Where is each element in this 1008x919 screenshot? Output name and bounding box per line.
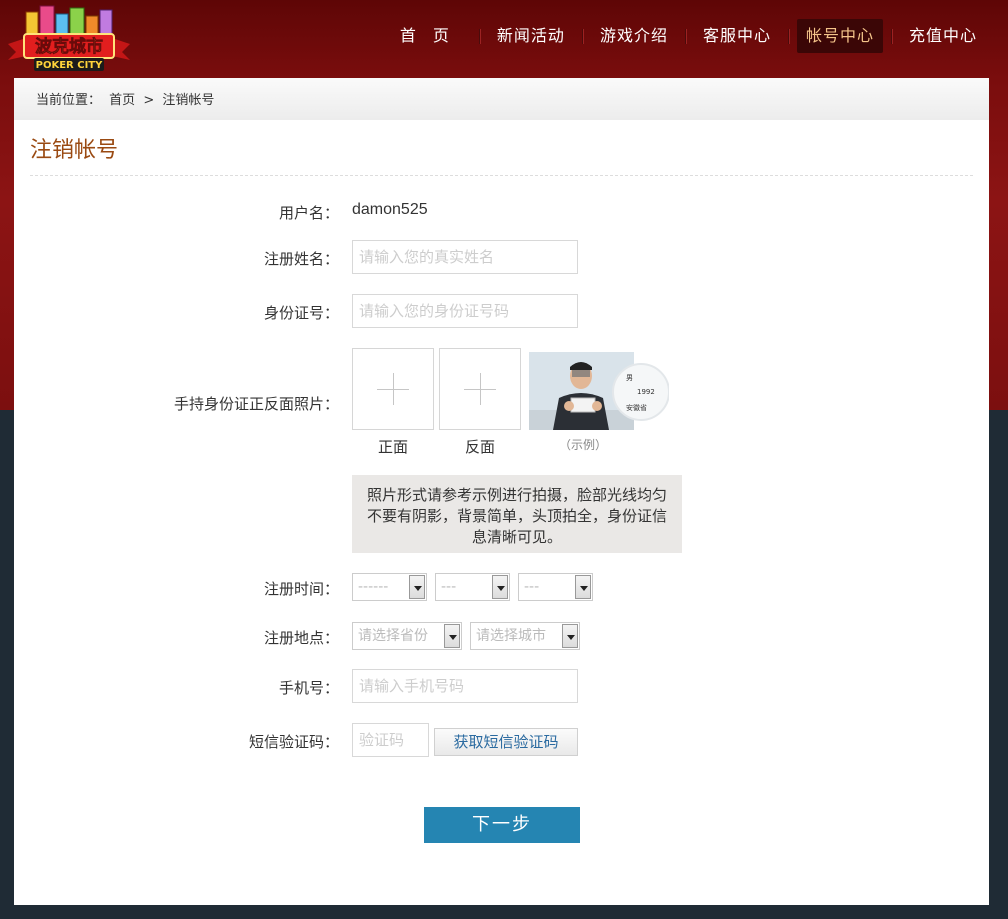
username-value: damon525 bbox=[352, 201, 428, 218]
city-value: 请选择城市 bbox=[476, 628, 546, 644]
province-value: 请选择省份 bbox=[358, 628, 428, 644]
chevron-down-icon bbox=[444, 624, 460, 648]
page-title: 注销帐号 bbox=[30, 134, 973, 176]
breadcrumb-current: 注销帐号 bbox=[162, 93, 215, 108]
row-phone: 手机号： bbox=[14, 669, 989, 703]
row-sms: 短信验证码： 获取短信验证码 bbox=[14, 723, 989, 757]
reg-day-select[interactable]: --- bbox=[518, 573, 593, 601]
back-caption: 反面 bbox=[464, 438, 495, 456]
row-reg-place: 注册地点： 请选择省份 请选择城市 bbox=[14, 622, 989, 650]
nav-games[interactable]: 游戏介绍 bbox=[581, 19, 677, 53]
reg-year-value: ------ bbox=[358, 579, 389, 595]
nav-account[interactable]: 帐号中心 bbox=[787, 19, 883, 53]
example-card-place: 安徽省 bbox=[626, 403, 647, 412]
nav-recharge[interactable]: 充值中心 bbox=[890, 19, 986, 53]
phone-label: 手机号： bbox=[278, 679, 339, 697]
site-header: 波克城市 POKER CITY 首 页 新闻活动 游戏介绍 客服中心 帐号中心 … bbox=[0, 0, 1008, 78]
logo-subtext: POKER CITY bbox=[36, 60, 103, 71]
breadcrumb-home[interactable]: 首页 bbox=[109, 93, 135, 108]
upload-back-photo[interactable] bbox=[439, 348, 521, 430]
example-photo: 男 1992 安徽省 bbox=[529, 352, 669, 430]
get-sms-code-button[interactable]: 获取短信验证码 bbox=[434, 728, 578, 756]
main-panel: 当前位置： 首页 > 注销帐号 注销帐号 用户名： damon525 注册姓名：… bbox=[14, 78, 989, 905]
reg-day-value: --- bbox=[524, 579, 540, 595]
sms-code-input[interactable] bbox=[352, 723, 429, 757]
example-card-year: 1992 bbox=[637, 388, 655, 396]
next-step-button[interactable]: 下一步 bbox=[424, 807, 580, 843]
example-caption: （示例） bbox=[559, 438, 608, 452]
reg-month-select[interactable]: --- bbox=[435, 573, 510, 601]
chevron-down-icon bbox=[575, 575, 591, 599]
logo-text: 波克城市 bbox=[35, 36, 103, 57]
chevron-down-icon bbox=[409, 575, 425, 599]
username-label: 用户名： bbox=[278, 204, 339, 222]
chevron-down-icon bbox=[562, 624, 578, 648]
row-real-name: 注册姓名： bbox=[14, 240, 989, 274]
upload-front-photo[interactable] bbox=[352, 348, 434, 430]
row-id-photos: 手持身份证正反面照片： 正面 反面 男 1992 安徽省 （示例） bbox=[14, 348, 989, 458]
reg-place-label: 注册地点： bbox=[263, 629, 339, 647]
breadcrumb: 当前位置： 首页 > 注销帐号 bbox=[14, 78, 989, 120]
real-name-label: 注册姓名： bbox=[263, 250, 339, 268]
real-name-input[interactable] bbox=[352, 240, 578, 274]
id-photos-label: 手持身份证正反面照片： bbox=[173, 395, 339, 413]
province-select[interactable]: 请选择省份 bbox=[352, 622, 462, 650]
row-reg-time: 注册时间： ------ --- --- bbox=[14, 573, 989, 601]
breadcrumb-prefix: 当前位置： bbox=[36, 93, 102, 108]
reg-year-select[interactable]: ------ bbox=[352, 573, 427, 601]
nav-news[interactable]: 新闻活动 bbox=[478, 19, 574, 53]
nav-home[interactable]: 首 页 bbox=[384, 19, 471, 53]
chevron-down-icon bbox=[492, 575, 508, 599]
row-username: 用户名： damon525 bbox=[14, 201, 989, 223]
poker-city-logo[interactable]: 波克城市 POKER CITY bbox=[4, 4, 134, 72]
main-nav: 首 页 新闻活动 游戏介绍 客服中心 帐号中心 充值中心 bbox=[384, 19, 986, 53]
nav-support[interactable]: 客服中心 bbox=[684, 19, 780, 53]
reg-time-label: 注册时间： bbox=[263, 580, 339, 598]
id-number-label: 身份证号： bbox=[263, 304, 339, 322]
example-card-sex: 男 bbox=[626, 374, 633, 382]
front-caption: 正面 bbox=[377, 438, 408, 456]
breadcrumb-separator: > bbox=[143, 93, 155, 108]
id-number-input[interactable] bbox=[352, 294, 578, 328]
city-select[interactable]: 请选择城市 bbox=[470, 622, 580, 650]
sms-label: 短信验证码： bbox=[248, 733, 339, 751]
phone-input[interactable] bbox=[352, 669, 578, 703]
row-id-number: 身份证号： bbox=[14, 294, 989, 328]
reg-month-value: --- bbox=[441, 579, 457, 595]
photo-notice: 照片形式请参考示例进行拍摄，脸部光线均匀不要有阴影，背景简单，头顶拍全，身份证信… bbox=[352, 475, 682, 553]
